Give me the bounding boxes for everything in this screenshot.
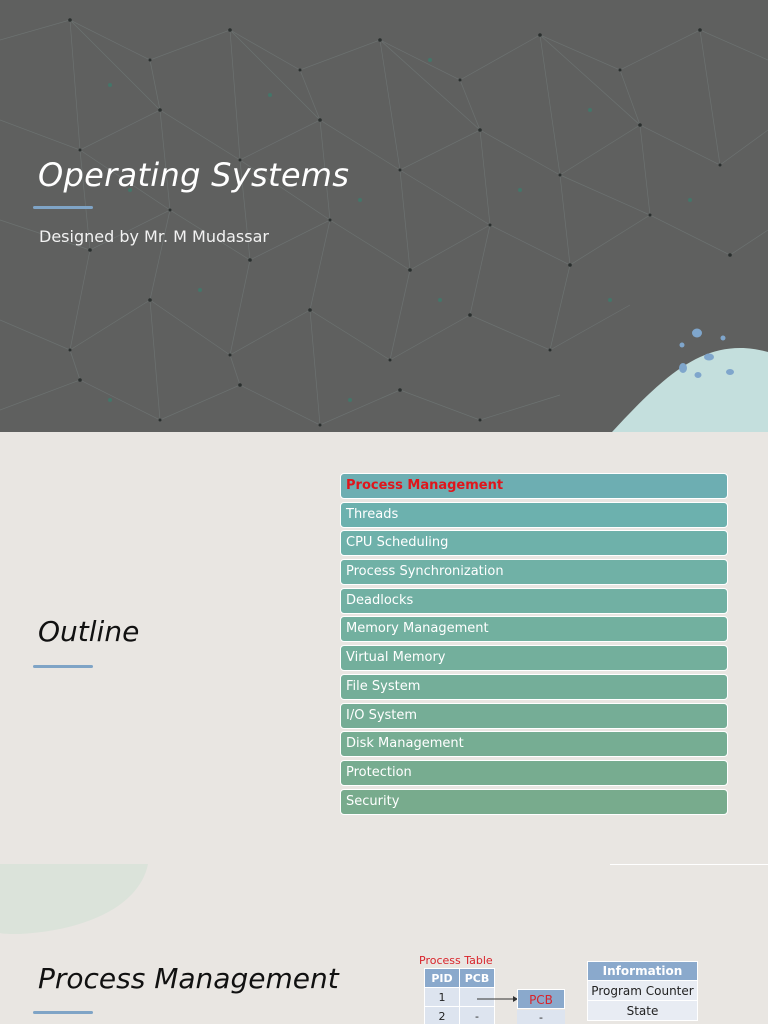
title-slide: Operating Systems Designed by Mr. M Muda…	[0, 0, 768, 432]
outline-item[interactable]: Memory Management	[340, 616, 728, 643]
outline-item[interactable]: Threads	[340, 501, 728, 528]
process-table-caption: Process Table	[419, 954, 493, 967]
title-underline	[33, 206, 93, 209]
outline-list: Process Management Threads CPU Schedulin…	[340, 473, 728, 817]
outline-title: Outline	[38, 615, 140, 648]
outline-item[interactable]: CPU Scheduling	[340, 530, 728, 557]
process-table-header: PCB	[459, 968, 495, 988]
outline-item[interactable]: Deadlocks	[340, 587, 728, 614]
outline-item[interactable]: Security	[340, 788, 728, 815]
table-row: State	[587, 1000, 698, 1021]
outline-item[interactable]: Protection	[340, 759, 728, 786]
outline-item[interactable]: Process Management	[340, 473, 728, 499]
slide-title: Process Management	[38, 962, 339, 995]
information-table-header: Information	[587, 961, 698, 981]
outline-title-underline	[33, 665, 93, 668]
slide-title-underline	[33, 1011, 93, 1014]
hill-decoration	[612, 328, 768, 432]
outline-item[interactable]: Virtual Memory	[340, 645, 728, 672]
outline-item[interactable]: File System	[340, 673, 728, 700]
outline-slide: Outline Process Management Threads CPU S…	[0, 432, 768, 864]
leaf-decoration	[0, 864, 148, 934]
table-cell: Program Counter	[587, 980, 698, 1001]
slide-title: Operating Systems	[38, 156, 350, 194]
divider-line	[610, 864, 768, 865]
table-cell: State	[587, 1000, 698, 1021]
information-table: Information Program Counter State	[587, 961, 698, 1021]
process-management-slide: Process Management Process Table PID PCB…	[0, 864, 768, 1024]
pcb-box: PCB	[517, 989, 565, 1009]
outline-item[interactable]: I/O System	[340, 702, 728, 729]
outline-item[interactable]: Disk Management	[340, 731, 728, 758]
arrow-icon	[477, 996, 518, 1002]
table-cell: 1	[424, 987, 460, 1007]
table-cell: -	[459, 1006, 495, 1024]
table-row: 2 -	[424, 1006, 495, 1024]
table-cell: 2	[424, 1006, 460, 1024]
outline-item[interactable]: Process Synchronization	[340, 559, 728, 586]
table-row: Program Counter	[587, 980, 698, 1001]
process-table-header: PID	[424, 968, 460, 988]
slide-subtitle: Designed by Mr. M Mudassar	[39, 227, 269, 246]
pcb-entry: -	[517, 1010, 565, 1024]
